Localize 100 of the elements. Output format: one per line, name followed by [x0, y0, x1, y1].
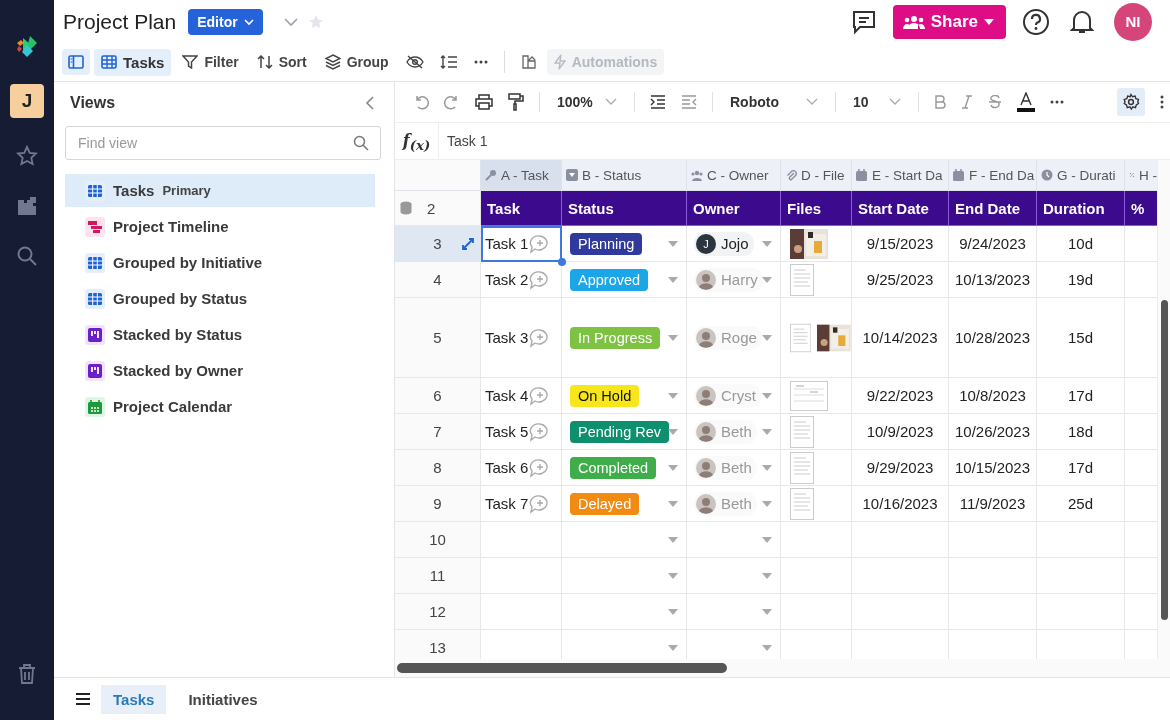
row-header[interactable]: 10: [395, 522, 481, 558]
filter-button[interactable]: Filter: [175, 49, 246, 75]
field-header: Start Date: [852, 191, 949, 226]
sidebar-toggle-button[interactable]: [62, 49, 90, 75]
puzzle-icon[interactable]: [15, 194, 39, 218]
view-item[interactable]: Stacked by Status: [65, 318, 375, 351]
document-thumbnail-icon[interactable]: [790, 451, 814, 484]
owner-chip: Roge: [694, 325, 762, 350]
search-icon[interactable]: [15, 244, 39, 268]
view-item[interactable]: Project Timeline: [65, 210, 375, 243]
caret-icon[interactable]: [668, 240, 678, 247]
bell-icon[interactable]: [1070, 8, 1094, 35]
formula-field[interactable]: Task 1: [439, 133, 488, 149]
user-avatar[interactable]: NI: [1114, 2, 1152, 41]
share-button[interactable]: Share: [892, 4, 1006, 39]
caret-icon[interactable]: [668, 536, 678, 543]
caret-icon[interactable]: [668, 464, 678, 471]
caret-icon[interactable]: [762, 464, 772, 471]
role-dropdown[interactable]: Editor: [188, 8, 263, 35]
view-item[interactable]: Grouped by Initiative: [65, 246, 375, 279]
more-icon[interactable]: [1050, 100, 1064, 104]
redo-icon[interactable]: [444, 94, 460, 110]
view-item[interactable]: Grouped by Status: [65, 282, 375, 315]
table-cell: 10/14/2023: [852, 298, 949, 378]
caret-icon[interactable]: [668, 276, 678, 283]
calendar-view-icon: [85, 396, 105, 417]
sheet-tab[interactable]: Initiatives: [176, 684, 270, 714]
text-color-icon[interactable]: [1017, 92, 1035, 112]
trash-icon[interactable]: [16, 662, 38, 686]
caret-icon[interactable]: [668, 392, 678, 399]
grid-corner[interactable]: [395, 160, 481, 191]
row-header[interactable]: 13: [395, 630, 481, 659]
caret-icon[interactable]: [762, 334, 772, 341]
undo-icon[interactable]: [413, 94, 429, 110]
row-header[interactable]: 5: [395, 298, 481, 378]
sort-button[interactable]: Sort: [249, 49, 314, 75]
italic-icon[interactable]: [961, 95, 973, 109]
star-icon[interactable]: [15, 144, 39, 168]
menu-icon[interactable]: [75, 692, 91, 706]
caret-icon[interactable]: [668, 644, 678, 651]
settings-button[interactable]: [1117, 88, 1145, 116]
caret-icon[interactable]: [668, 500, 678, 507]
row-header[interactable]: 6: [395, 378, 481, 414]
view-item[interactable]: Stacked by Owner: [65, 354, 375, 387]
collapse-icon[interactable]: [365, 95, 375, 111]
chevron-down-icon: [806, 98, 818, 106]
scrollbar-thumb[interactable]: [397, 663, 727, 673]
indent-icon[interactable]: [650, 95, 666, 109]
row-header[interactable]: 3: [395, 226, 481, 262]
avatar-icon: [696, 457, 716, 478]
strikethrough-icon[interactable]: [988, 95, 1002, 109]
caret-icon[interactable]: [762, 644, 772, 651]
paint-format-icon[interactable]: [508, 93, 524, 111]
row-header[interactable]: 12: [395, 594, 481, 630]
spreadsheet-thumbnail-icon[interactable]: [790, 380, 828, 411]
document-thumbnail-icon[interactable]: [790, 263, 814, 296]
caret-icon[interactable]: [762, 608, 772, 615]
help-icon[interactable]: [1022, 7, 1050, 36]
row-header[interactable]: 4: [395, 262, 481, 298]
print-icon[interactable]: [475, 94, 493, 110]
view-item[interactable]: Project Calendar: [65, 390, 375, 423]
document-thumbnail-icon[interactable]: [790, 487, 814, 520]
caret-icon[interactable]: [762, 392, 772, 399]
caret-icon[interactable]: [762, 536, 772, 543]
row-header[interactable]: 7: [395, 414, 481, 450]
document-thumbnail-icon[interactable]: [790, 415, 814, 448]
sheet-tab[interactable]: Tasks: [101, 684, 167, 714]
expand-icon[interactable]: [461, 236, 475, 251]
status-tag: Approved: [570, 268, 649, 291]
zoom-dropdown[interactable]: 100%: [555, 94, 619, 110]
caret-icon[interactable]: [668, 428, 678, 435]
caret-icon[interactable]: [762, 276, 772, 283]
views-title: Views: [70, 94, 116, 112]
fill-handle[interactable]: [558, 258, 566, 266]
caret-icon[interactable]: [762, 428, 772, 435]
caret-icon[interactable]: [668, 572, 678, 579]
caret-icon[interactable]: [762, 500, 772, 507]
chevron-down-icon[interactable]: [282, 16, 299, 27]
row-header[interactable]: 9: [395, 486, 481, 522]
view-item[interactable]: Tasks Primary: [65, 174, 375, 207]
field-header: Owner: [687, 191, 781, 226]
font-dropdown[interactable]: Roboto: [728, 94, 820, 110]
workspace-button[interactable]: J: [10, 84, 44, 118]
column-letter-header[interactable]: A - Task: [481, 160, 562, 191]
outdent-icon[interactable]: [681, 95, 697, 109]
document-thumbnail-icon[interactable]: [790, 321, 812, 354]
row-header[interactable]: 8: [395, 450, 481, 486]
comment-icon[interactable]: [850, 8, 877, 35]
scrollbar-thumb[interactable]: [1161, 300, 1168, 620]
caret-icon[interactable]: [668, 608, 678, 615]
caret-icon[interactable]: [762, 240, 772, 247]
vertical-more-icon[interactable]: [1160, 95, 1164, 109]
font-size-dropdown[interactable]: 10: [851, 94, 903, 110]
caret-icon[interactable]: [668, 334, 678, 341]
bold-icon[interactable]: [934, 95, 946, 109]
caret-icon[interactable]: [762, 572, 772, 579]
group-button[interactable]: Group: [317, 49, 396, 75]
find-view-field[interactable]: Find view: [65, 126, 381, 160]
row-header[interactable]: 11: [395, 558, 481, 594]
view-button[interactable]: Tasks: [94, 48, 172, 76]
